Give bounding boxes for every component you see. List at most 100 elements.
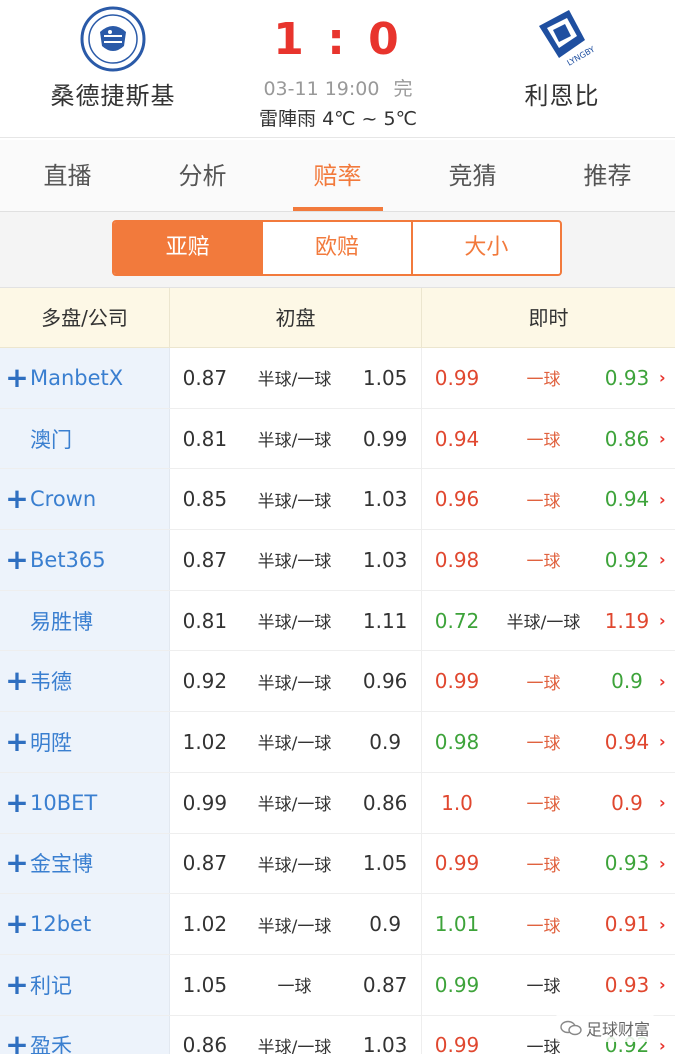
table-row[interactable]: + Crown 0.85 半球/一球 1.03 0.96 一球 0.94 › bbox=[0, 469, 675, 531]
live-odds[interactable]: 1.0 一球 0.9 › bbox=[422, 773, 675, 833]
live-odds[interactable]: 0.99 一球 0.93 › bbox=[422, 348, 675, 408]
live-odds[interactable]: 0.99 一球 0.93 › bbox=[422, 955, 675, 1015]
odds-type-over-under[interactable]: 大小 bbox=[413, 222, 560, 274]
chevron-right-icon[interactable]: › bbox=[659, 1036, 675, 1054]
match-status: 完 bbox=[393, 78, 413, 100]
company-cell[interactable]: 澳门 bbox=[0, 408, 170, 469]
table-row[interactable]: + 明陞 1.02 半球/一球 0.9 0.98 一球 0.94 › bbox=[0, 712, 675, 773]
away-team[interactable]: LYNGBY FC 利恩比 bbox=[462, 6, 662, 111]
live-odds[interactable]: 0.96 一球 0.94 › bbox=[422, 469, 675, 529]
odds-type-bar: 亚赔 欧赔 大小 bbox=[0, 212, 675, 288]
live-odds[interactable]: 0.99 一球 0.9 › bbox=[422, 651, 675, 711]
chevron-right-icon[interactable]: › bbox=[659, 854, 675, 873]
chevron-right-icon[interactable]: › bbox=[659, 611, 675, 630]
expand-plus-icon[interactable]: + bbox=[4, 849, 30, 877]
tab-live[interactable]: 直播 bbox=[0, 140, 135, 211]
chevron-right-icon[interactable]: › bbox=[659, 793, 675, 812]
live-odds[interactable]: 0.98 一球 0.94 › bbox=[422, 712, 675, 772]
live-odds[interactable]: 0.72 半球/一球 1.19 › bbox=[422, 591, 675, 651]
initial-home-odds: 0.87 bbox=[182, 851, 228, 876]
chevron-right-icon[interactable]: › bbox=[659, 732, 675, 751]
expand-plus-icon[interactable]: + bbox=[4, 363, 30, 392]
chevron-right-icon[interactable]: › bbox=[659, 975, 675, 994]
live-home-odds: 0.72 bbox=[434, 608, 480, 633]
live-away-odds: 0.92 bbox=[604, 547, 650, 572]
company-name: Crown bbox=[30, 487, 97, 512]
expand-plus-icon[interactable]: + bbox=[4, 545, 30, 574]
initial-odds: 0.81 半球/一球 1.11 bbox=[170, 590, 422, 651]
tab-guess[interactable]: 竞猜 bbox=[405, 140, 540, 211]
initial-away-odds: 1.03 bbox=[362, 487, 408, 512]
home-team[interactable]: 桑德捷斯基 bbox=[13, 6, 213, 111]
expand-plus-icon[interactable]: + bbox=[4, 485, 30, 513]
tab-recommend[interactable]: 推荐 bbox=[540, 140, 675, 211]
initial-home-odds: 0.87 bbox=[182, 547, 228, 572]
initial-away-odds: 1.11 bbox=[362, 608, 408, 633]
away-team-logo-icon: LYNGBY FC bbox=[539, 10, 595, 68]
odds-type-asian[interactable]: 亚赔 bbox=[114, 222, 264, 274]
live-odds[interactable]: 0.98 一球 0.92 › bbox=[422, 530, 675, 590]
chevron-right-icon[interactable]: › bbox=[659, 672, 675, 691]
company-name: 澳门 bbox=[30, 427, 72, 452]
expand-plus-icon[interactable]: + bbox=[4, 788, 30, 817]
company-cell[interactable]: + 盈禾 bbox=[0, 1015, 170, 1054]
company-name: 利记 bbox=[30, 973, 72, 998]
live-odds[interactable]: 0.94 一球 0.86 › bbox=[422, 409, 675, 469]
company-cell[interactable]: + 金宝博 bbox=[0, 833, 170, 894]
table-row[interactable]: 澳门 0.81 半球/一球 0.99 0.94 一球 0.86 › bbox=[0, 408, 675, 470]
home-team-name: 桑德捷斯基 bbox=[50, 82, 176, 110]
company-cell[interactable]: +12bet bbox=[0, 894, 170, 954]
table-row[interactable]: + Bet365 0.87 半球/一球 1.03 0.98 一球 0.92 › bbox=[0, 530, 675, 591]
live-home-odds: 1.0 bbox=[441, 790, 473, 815]
live-handicap: 一球 bbox=[526, 977, 561, 998]
initial-away-odds: 0.99 bbox=[362, 426, 408, 451]
table-row[interactable]: + 韦德 0.92 半球/一球 0.96 0.99 一球 0.9 › bbox=[0, 651, 675, 713]
table-row[interactable]: +10BET 0.99 半球/一球 0.86 1.0 一球 0.9 › bbox=[0, 772, 675, 834]
chevron-right-icon[interactable]: › bbox=[659, 368, 675, 387]
tab-analysis[interactable]: 分析 bbox=[135, 140, 270, 211]
initial-odds: 0.86 半球/一球 1.03 bbox=[170, 1015, 422, 1054]
company-cell[interactable]: +10BET bbox=[0, 772, 170, 833]
live-home-odds: 0.94 bbox=[434, 426, 480, 451]
table-row[interactable]: 易胜博 0.81 半球/一球 1.11 0.72 半球/一球 1.19 › bbox=[0, 590, 675, 652]
company-name: ManbetX bbox=[30, 365, 124, 390]
table-row[interactable]: + 利记 1.05 一球 0.87 0.99 一球 0.93 › bbox=[0, 954, 675, 1016]
live-away-odds: 0.9 bbox=[611, 669, 643, 694]
away-team-name: 利恩比 bbox=[524, 82, 600, 110]
expand-plus-icon[interactable]: + bbox=[4, 910, 30, 938]
live-away-odds: 0.94 bbox=[604, 487, 650, 512]
header-initial: 初盘 bbox=[170, 288, 422, 347]
live-handicap: 一球 bbox=[526, 916, 561, 937]
chevron-right-icon[interactable]: › bbox=[659, 429, 675, 448]
company-cell[interactable]: 易胜博 bbox=[0, 590, 170, 651]
live-home-odds: 0.99 bbox=[434, 669, 480, 694]
company-cell[interactable]: + Bet365 bbox=[0, 530, 170, 590]
expand-plus-icon[interactable]: + bbox=[4, 1031, 30, 1054]
expand-plus-icon[interactable]: + bbox=[4, 970, 30, 999]
expand-plus-icon[interactable]: + bbox=[4, 727, 30, 756]
initial-odds: 1.02 半球/一球 0.9 bbox=[170, 894, 422, 954]
table-row[interactable]: + ManbetX 0.87 半球/一球 1.05 0.99 一球 0.93 › bbox=[0, 348, 675, 409]
initial-odds: 0.87 半球/一球 1.05 bbox=[170, 833, 422, 894]
live-handicap: 一球 bbox=[526, 734, 561, 755]
live-odds[interactable]: 0.99 一球 0.93 › bbox=[422, 834, 675, 894]
initial-odds: 0.99 半球/一球 0.86 bbox=[170, 772, 422, 833]
company-cell[interactable]: + 利记 bbox=[0, 954, 170, 1015]
chevron-right-icon[interactable]: › bbox=[659, 490, 675, 509]
expand-plus-icon[interactable]: + bbox=[4, 667, 30, 695]
company-cell[interactable]: + 明陞 bbox=[0, 712, 170, 772]
chevron-right-icon[interactable]: › bbox=[659, 550, 675, 569]
company-cell[interactable]: + ManbetX bbox=[0, 348, 170, 408]
initial-home-odds: 1.02 bbox=[182, 729, 228, 754]
initial-odds: 0.92 半球/一球 0.96 bbox=[170, 651, 422, 712]
company-cell[interactable]: + 韦德 bbox=[0, 651, 170, 712]
company-cell[interactable]: + Crown bbox=[0, 469, 170, 530]
table-row[interactable]: +12bet 1.02 半球/一球 0.9 1.01 一球 0.91 › bbox=[0, 894, 675, 955]
odds-type-european[interactable]: 欧赔 bbox=[263, 222, 413, 274]
live-odds[interactable]: 1.01 一球 0.91 › bbox=[422, 894, 675, 954]
initial-away-odds: 0.96 bbox=[362, 669, 408, 694]
chevron-right-icon[interactable]: › bbox=[659, 915, 675, 934]
initial-odds: 1.05 一球 0.87 bbox=[170, 954, 422, 1015]
tab-odds[interactable]: 赔率 bbox=[270, 140, 405, 211]
table-row[interactable]: + 金宝博 0.87 半球/一球 1.05 0.99 一球 0.93 › bbox=[0, 833, 675, 895]
